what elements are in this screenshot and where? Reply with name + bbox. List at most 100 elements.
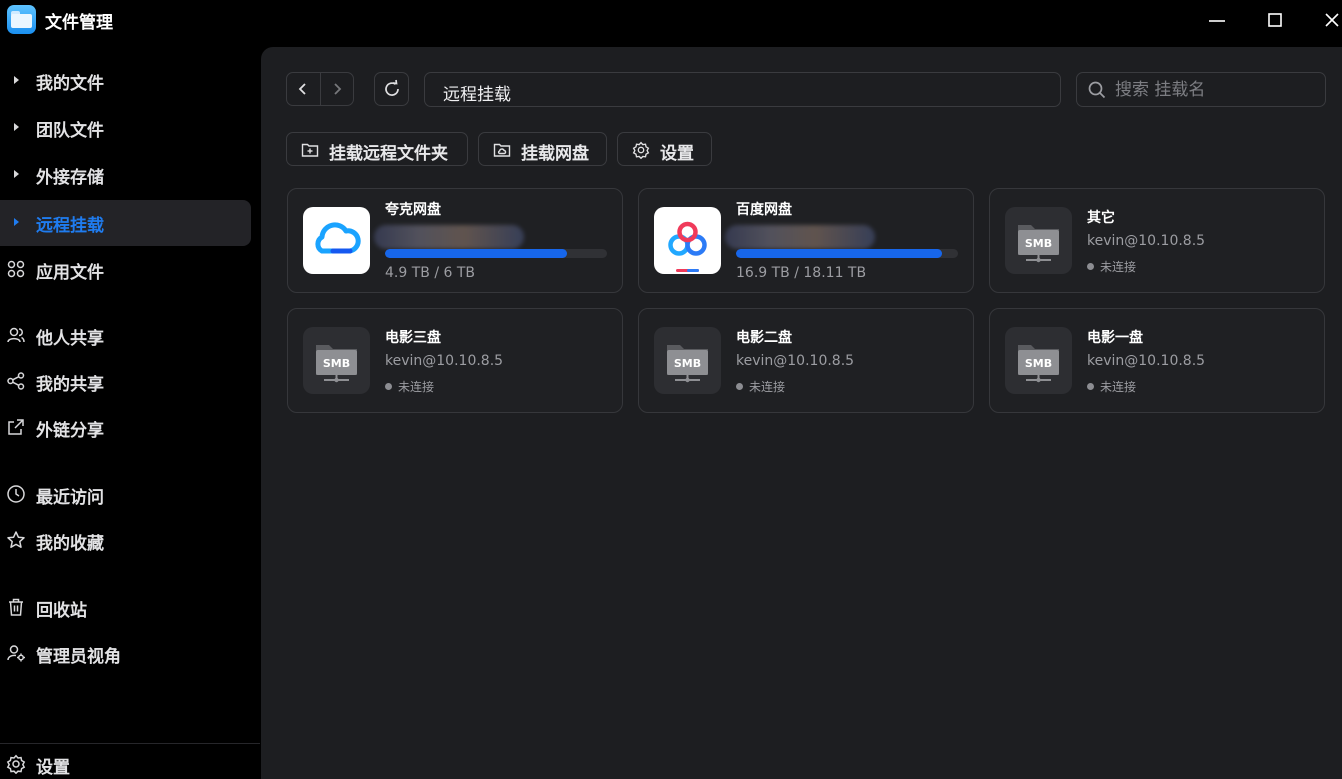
main-panel: 远程挂载 挂载远程文件夹 挂载网盘 设置 夸克网盘 — [261, 47, 1342, 779]
mount-address: kevin@10.10.8.5 — [1087, 233, 1206, 249]
minimize-icon[interactable] — [1205, 8, 1229, 32]
mount-address: kevin@10.10.8.5 — [736, 353, 855, 369]
mount-name: 百度网盘 — [736, 202, 792, 218]
sidebar-item-label: 我的收藏 — [36, 534, 104, 554]
sidebar-item-recent[interactable]: 最近访问 — [0, 472, 251, 518]
redacted-account — [725, 225, 875, 249]
sidebar-item-label: 团队文件 — [36, 121, 104, 141]
mount-card-movie-3[interactable]: SMB 电影三盘 kevin@10.10.8.5 未连接 — [287, 308, 623, 413]
sidebar-item-label: 应用文件 — [36, 263, 104, 283]
mount-remote-folder-label: 挂载远程文件夹 — [329, 144, 448, 164]
status-dot — [736, 383, 743, 390]
smb-folder-icon: SMB — [1005, 207, 1072, 274]
mount-settings-button[interactable]: 设置 — [617, 132, 712, 166]
connection-status: 未连接 — [385, 378, 434, 395]
sidebar-item-label: 外链分享 — [36, 421, 104, 441]
mount-card-movie-1[interactable]: SMB 电影一盘 kevin@10.10.8.5 未连接 — [989, 308, 1325, 413]
sidebar-item-external-storage[interactable]: 外接存储 — [0, 152, 251, 198]
history-nav — [286, 72, 354, 106]
mount-card-quark[interactable]: 夸克网盘 4.9 TB / 6 TB — [287, 188, 623, 293]
gear-icon — [632, 141, 650, 159]
mount-remote-folder-button[interactable]: 挂载远程文件夹 — [286, 132, 468, 166]
path-text: 远程挂载 — [443, 85, 511, 105]
mount-cloud-disk-button[interactable]: 挂载网盘 — [478, 132, 607, 166]
mount-name: 夸克网盘 — [385, 202, 441, 218]
search-input[interactable] — [1115, 77, 1315, 102]
users-icon — [7, 327, 25, 343]
sidebar-item-label: 他人共享 — [36, 329, 104, 349]
sidebar-item-remote-mount[interactable]: 远程挂载 — [0, 200, 251, 246]
title-bar: 文件管理 — [0, 0, 1342, 40]
share-icon — [7, 372, 25, 390]
baidu-cloud-logo-icon — [654, 207, 721, 274]
folder-add-icon — [301, 143, 319, 157]
sidebar-item-favorites[interactable]: 我的收藏 — [0, 518, 251, 564]
admin-user-icon — [7, 645, 25, 662]
storage-usage-bar — [385, 249, 607, 258]
gear-icon — [6, 754, 26, 774]
smb-icon-label: SMB — [674, 357, 701, 370]
storage-usage-fill — [736, 249, 943, 258]
mount-card-baidu[interactable]: 百度网盘 16.9 TB / 18.11 TB — [638, 188, 974, 293]
sidebar-item-settings[interactable]: 设置 — [0, 742, 251, 779]
storage-usage-fill — [385, 249, 568, 258]
status-text: 未连接 — [398, 380, 435, 394]
smb-icon-label: SMB — [1025, 357, 1052, 370]
star-icon — [7, 531, 25, 548]
storage-usage-bar — [736, 249, 958, 258]
sidebar-item-label: 我的文件 — [36, 74, 104, 94]
back-button[interactable] — [287, 73, 320, 105]
mount-address: kevin@10.10.8.5 — [385, 353, 504, 369]
sidebar-item-app-files[interactable]: 应用文件 — [0, 247, 251, 293]
smb-folder-icon: SMB — [303, 327, 370, 394]
sidebar-item-my-files[interactable]: 我的文件 — [0, 58, 251, 104]
sidebar-item-team-files[interactable]: 团队文件 — [0, 105, 251, 151]
external-share-icon — [8, 419, 24, 435]
folder-cloud-icon — [493, 143, 511, 157]
folder-app-icon — [7, 5, 36, 34]
mount-name: 电影三盘 — [385, 330, 441, 346]
apps-grid-icon — [7, 260, 25, 278]
connection-status: 未连接 — [736, 378, 785, 395]
triangle-right-icon — [14, 123, 19, 131]
mount-name: 电影一盘 — [1087, 330, 1143, 346]
smb-folder-icon: SMB — [654, 327, 721, 394]
smb-folder-icon: SMB — [1005, 327, 1072, 394]
connection-status: 未连接 — [1087, 378, 1136, 395]
status-text: 未连接 — [749, 380, 786, 394]
status-text: 未连接 — [1100, 380, 1137, 394]
chevron-left-icon — [299, 83, 307, 95]
path-bar[interactable]: 远程挂载 — [424, 72, 1061, 107]
mount-cloud-disk-label: 挂载网盘 — [521, 144, 589, 164]
close-icon[interactable] — [1320, 8, 1342, 32]
sidebar-item-link-shares[interactable]: 外链分享 — [0, 405, 251, 451]
chevron-right-icon — [334, 83, 342, 95]
sidebar-item-label: 管理员视角 — [36, 647, 121, 667]
sidebar-item-label: 回收站 — [36, 601, 87, 621]
mount-name: 其它 — [1087, 210, 1115, 226]
sidebar-item-shared-with-me[interactable]: 他人共享 — [0, 313, 251, 359]
smb-icon-label: SMB — [1025, 237, 1052, 250]
mount-card-movie-2[interactable]: SMB 电影二盘 kevin@10.10.8.5 未连接 — [638, 308, 974, 413]
status-text: 未连接 — [1100, 260, 1137, 274]
trash-icon — [9, 598, 23, 616]
mount-settings-label: 设置 — [660, 144, 694, 164]
refresh-button[interactable] — [374, 72, 409, 106]
sidebar-settings-label: 设置 — [36, 758, 70, 778]
connection-status: 未连接 — [1087, 258, 1136, 275]
sidebar-item-label: 最近访问 — [36, 488, 104, 508]
storage-usage-text: 16.9 TB / 18.11 TB — [736, 265, 867, 281]
clock-icon — [7, 485, 25, 503]
mount-card-other[interactable]: SMB 其它 kevin@10.10.8.5 未连接 — [989, 188, 1325, 293]
redacted-account — [374, 225, 524, 249]
sidebar-item-my-shares[interactable]: 我的共享 — [0, 359, 251, 405]
sidebar-item-label: 我的共享 — [36, 375, 104, 395]
app-title: 文件管理 — [45, 13, 113, 33]
forward-button[interactable] — [319, 73, 353, 105]
sidebar-item-admin-view[interactable]: 管理员视角 — [0, 631, 251, 677]
maximize-icon[interactable] — [1262, 8, 1286, 32]
sidebar-item-recycle-bin[interactable]: 回收站 — [0, 585, 251, 631]
search-box[interactable] — [1076, 72, 1326, 107]
sidebar: 我的文件 团队文件 外接存储 远程挂载 应用文件 他人共享 我的共享 外链分享 — [0, 56, 260, 779]
quark-cloud-logo-icon — [303, 207, 370, 274]
